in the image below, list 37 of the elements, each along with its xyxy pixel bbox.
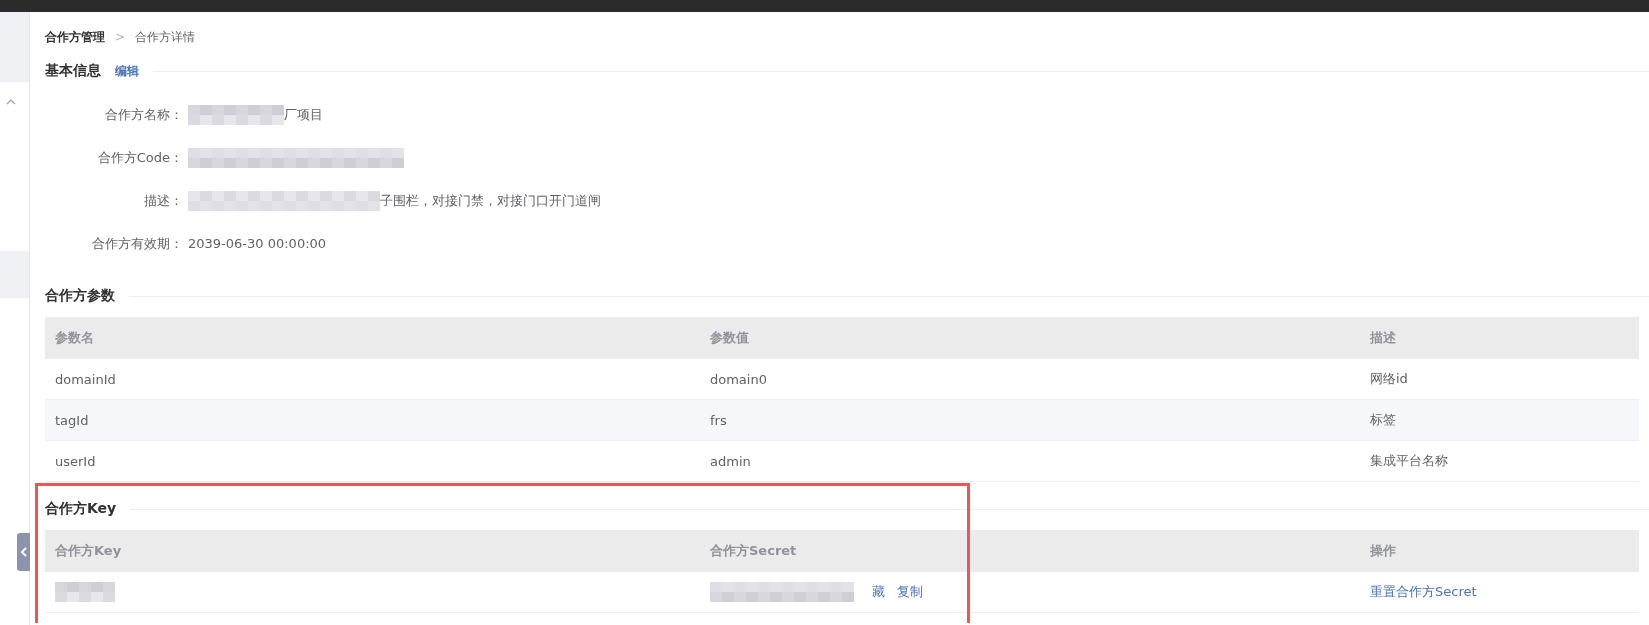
field-label: 合作方有效期： [91, 234, 183, 253]
section-title: 基本信息 [45, 62, 101, 80]
sidebar-block [0, 12, 29, 82]
table-cell: tagId [55, 412, 89, 428]
action-link[interactable]: 藏 [872, 583, 885, 601]
field-value: 2039-06-30 00:00:00 [188, 236, 327, 251]
column-header: 描述 [1369, 329, 1397, 347]
table-cell: 集成平台名称 [1370, 452, 1448, 470]
table-cell: frs [710, 412, 727, 428]
column-header: 参数名 [54, 329, 95, 347]
action-link[interactable]: 重置合作方Secret [1370, 583, 1477, 601]
collapse-caret-icon[interactable] [5, 98, 17, 106]
breadcrumb-item[interactable]: 合作方管理 [45, 28, 105, 46]
breadcrumb-item: 合作方详情 [135, 28, 196, 46]
action-link[interactable]: 复制 [897, 583, 923, 601]
table-cell: 标签 [1370, 411, 1396, 429]
field-label: 合作方Code： [96, 148, 183, 167]
chevron-left-icon [19, 547, 28, 557]
field-value: 厂项目 [284, 105, 323, 124]
table-cell: domain0 [710, 371, 767, 387]
redaction-mosaic [55, 582, 115, 602]
edit-link[interactable]: 编辑 [115, 62, 139, 80]
breadcrumb-separator: > [115, 30, 126, 44]
table-cell: 网络id [1370, 370, 1408, 388]
column-header: 合作方Secret [709, 542, 798, 560]
column-header: 操作 [1369, 542, 1397, 560]
table-cell: domainId [55, 371, 116, 387]
column-header: 合作方Key [54, 542, 123, 560]
field-label: 合作方名称： [104, 105, 183, 124]
section-title: 合作方Key [45, 500, 117, 518]
section-title: 合作方参数 [45, 287, 115, 305]
table-cell: userId [55, 453, 96, 469]
field-value: 子围栏，对接门禁，对接门口开门道闸 [380, 191, 601, 210]
sidebar-toggle[interactable] [17, 533, 30, 571]
table-cell: admin [710, 453, 751, 469]
field-label: 描述： [143, 191, 183, 210]
column-header: 参数值 [709, 329, 750, 347]
